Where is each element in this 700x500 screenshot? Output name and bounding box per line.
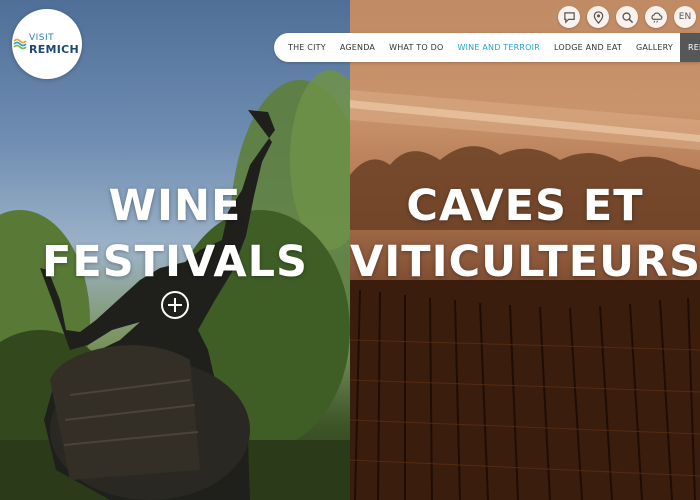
nav-lodge-and-eat[interactable]: LODGE AND EAT <box>547 33 629 62</box>
nav-remich-lu[interactable]: REMICH.LU <box>679 33 700 62</box>
nav-the-city[interactable]: THE CITY <box>274 33 333 62</box>
visit-remich-logo[interactable]: VISIT REMICH <box>12 9 82 79</box>
main-navigation: THE CITY AGENDA WHAT TO DO WINE AND TERR… <box>274 33 700 62</box>
wave-logo-icon <box>13 38 27 50</box>
title-line-1: WINE <box>108 181 242 231</box>
chat-icon[interactable] <box>558 6 580 28</box>
search-icon[interactable] <box>616 6 638 28</box>
utility-icons: EN <box>558 6 696 28</box>
caves-et-viticulteurs-panel[interactable]: CAVES ET VITICULTEURS <box>350 0 700 500</box>
nav-agenda[interactable]: AGENDA <box>333 33 382 62</box>
weather-icon[interactable] <box>645 6 667 28</box>
nav-wine-and-terroir[interactable]: WINE AND TERROIR <box>450 33 547 62</box>
title-line-2: VITICULTEURS <box>350 237 700 287</box>
wine-festivals-title: WINE FESTIVALS <box>0 178 350 290</box>
expand-wine-festivals-plus-icon[interactable] <box>161 291 189 319</box>
caves-et-viticulteurs-title: CAVES ET VITICULTEURS <box>350 178 700 290</box>
nav-what-to-do[interactable]: WHAT TO DO <box>382 33 450 62</box>
map-pin-icon[interactable] <box>587 6 609 28</box>
title-line-2: FESTIVALS <box>41 237 309 287</box>
title-line-1: CAVES ET <box>406 181 644 231</box>
logo-remich-text: REMICH <box>28 43 80 56</box>
nav-gallery[interactable]: GALLERY <box>629 33 680 62</box>
language-selector[interactable]: EN <box>674 6 696 28</box>
language-label: EN <box>678 12 692 22</box>
